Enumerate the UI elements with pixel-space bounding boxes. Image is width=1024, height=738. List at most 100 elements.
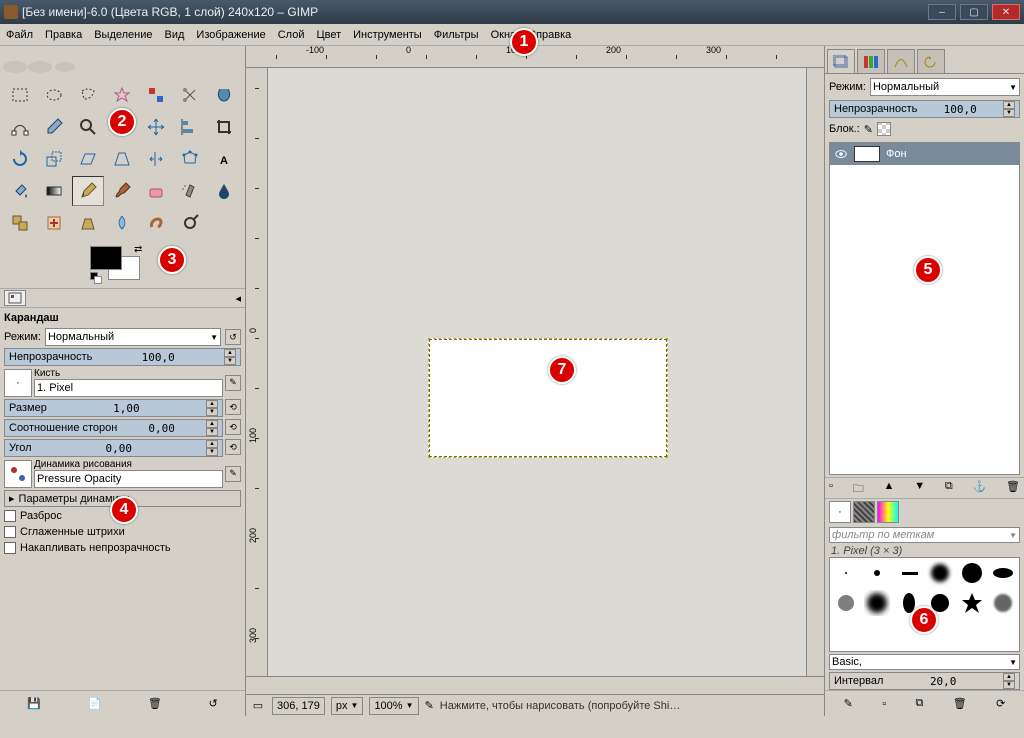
layer-row[interactable]: Фон bbox=[830, 143, 1019, 165]
spacing-stepper[interactable]: ▲▼ bbox=[1003, 673, 1015, 689]
new-brush-icon[interactable]: ▫ bbox=[882, 698, 886, 710]
foreground-color[interactable] bbox=[90, 246, 122, 270]
zoom-combo[interactable]: 100% ▼ bbox=[369, 697, 418, 715]
tool-perspective[interactable] bbox=[106, 144, 138, 174]
aspect-reset-button[interactable]: ⟲ bbox=[225, 419, 241, 435]
edit-brush-icon[interactable]: ✎ bbox=[844, 697, 853, 710]
tool-smudge[interactable] bbox=[140, 208, 172, 238]
tool-perspective-clone[interactable] bbox=[72, 208, 104, 238]
menu-view[interactable]: Вид bbox=[165, 29, 185, 41]
tool-move[interactable] bbox=[140, 112, 172, 142]
scatter-checkbox[interactable] bbox=[4, 510, 16, 522]
tool-scissors[interactable] bbox=[174, 80, 206, 110]
dock-menu-icon[interactable]: ◂ bbox=[235, 292, 241, 305]
color-selector[interactable]: ⇄ bbox=[90, 244, 160, 284]
mode-reset-button[interactable]: ↺ bbox=[225, 329, 241, 345]
tool-eraser[interactable] bbox=[140, 176, 172, 206]
aspect-slider[interactable]: Соотношение сторон 0,00 ▲▼ bbox=[4, 419, 223, 437]
layer-thumbnail[interactable] bbox=[854, 146, 880, 162]
tool-free-select[interactable] bbox=[72, 80, 104, 110]
tool-paintbrush[interactable] bbox=[106, 176, 138, 206]
minimize-button[interactable]: – bbox=[928, 4, 956, 20]
undo-history-tab[interactable] bbox=[917, 49, 945, 73]
tool-shear[interactable] bbox=[72, 144, 104, 174]
menu-filters[interactable]: Фильтры bbox=[434, 29, 479, 41]
layer-opacity-slider[interactable]: Непрозрачность 100,0 ▲▼ bbox=[829, 100, 1020, 118]
anchor-layer-icon[interactable]: ⚓ bbox=[973, 480, 987, 496]
tool-by-color-select[interactable] bbox=[140, 80, 172, 110]
lock-alpha-icon[interactable] bbox=[877, 122, 891, 136]
menu-image[interactable]: Изображение bbox=[196, 29, 265, 41]
tool-ellipse-select[interactable] bbox=[38, 80, 70, 110]
brush-cell-2[interactable] bbox=[893, 558, 925, 588]
dynamics-combo[interactable]: Pressure Opacity bbox=[34, 470, 223, 488]
angle-slider[interactable]: Угол 0,00 ▲▼ bbox=[4, 439, 223, 457]
angle-reset-button[interactable]: ⟲ bbox=[225, 439, 241, 455]
brush-preview[interactable]: · bbox=[4, 369, 32, 397]
brush-cell-4[interactable] bbox=[956, 558, 988, 588]
spacing-slider[interactable]: Интервал 20,0 ▲▼ bbox=[829, 672, 1020, 690]
size-slider[interactable]: Размер 1,00 ▲▼ bbox=[4, 399, 223, 417]
layer-mode-combo[interactable]: Нормальный ▼ bbox=[870, 78, 1020, 96]
mode-combo[interactable]: Нормальный ▼ bbox=[45, 328, 221, 346]
layer-opacity-stepper[interactable]: ▲▼ bbox=[1003, 101, 1015, 117]
tool-ink[interactable] bbox=[208, 176, 240, 206]
tool-align[interactable] bbox=[174, 112, 206, 142]
maximize-button[interactable]: ▢ bbox=[960, 4, 988, 20]
tool-paths[interactable] bbox=[4, 112, 36, 142]
brush-category-combo[interactable]: Basic, ▼ bbox=[829, 654, 1020, 670]
unit-combo[interactable]: px ▼ bbox=[331, 697, 364, 715]
menu-select[interactable]: Выделение bbox=[94, 29, 152, 41]
tool-blur[interactable] bbox=[106, 208, 138, 238]
vertical-scrollbar[interactable] bbox=[806, 68, 824, 676]
menu-layer[interactable]: Слой bbox=[278, 29, 305, 41]
close-button[interactable]: ✕ bbox=[992, 4, 1020, 20]
layer-name[interactable]: Фон bbox=[886, 148, 907, 160]
tool-rotate[interactable] bbox=[4, 144, 36, 174]
smooth-stroke-checkbox[interactable] bbox=[4, 526, 16, 538]
opacity-slider[interactable]: Непрозрачность 100,0 ▲▼ bbox=[4, 348, 241, 366]
brush-edit-button[interactable]: ✎ bbox=[225, 375, 241, 391]
brush-filter-input[interactable]: фильтр по меткам ▼ bbox=[829, 527, 1020, 543]
tool-options-tab[interactable] bbox=[4, 290, 26, 306]
tool-dodge[interactable] bbox=[174, 208, 206, 238]
brush-cell-5[interactable] bbox=[988, 558, 1020, 588]
channels-tab[interactable] bbox=[857, 49, 885, 73]
tool-text[interactable]: A bbox=[208, 144, 240, 174]
paths-tab[interactable] bbox=[887, 49, 915, 73]
tool-clone[interactable] bbox=[4, 208, 36, 238]
dynamics-preview[interactable] bbox=[4, 460, 32, 488]
dynamics-edit-button[interactable]: ✎ bbox=[225, 466, 241, 482]
tool-color-picker[interactable] bbox=[38, 112, 70, 142]
layer-list[interactable]: Фон bbox=[829, 142, 1020, 475]
aspect-stepper[interactable]: ▲▼ bbox=[206, 420, 218, 436]
lower-layer-icon[interactable]: ▼ bbox=[914, 480, 925, 496]
canvas[interactable] bbox=[428, 338, 668, 458]
angle-stepper[interactable]: ▲▼ bbox=[206, 440, 218, 456]
preset-pixel[interactable]: · bbox=[829, 501, 851, 523]
opacity-stepper[interactable]: ▲▼ bbox=[224, 349, 236, 365]
tool-blend[interactable] bbox=[38, 176, 70, 206]
tool-crop[interactable] bbox=[208, 112, 240, 142]
duplicate-brush-icon[interactable]: ⧉ bbox=[916, 697, 924, 710]
menu-tools[interactable]: Инструменты bbox=[353, 29, 422, 41]
menu-colors[interactable]: Цвет bbox=[316, 29, 341, 41]
brush-cell-11[interactable] bbox=[988, 588, 1020, 618]
layers-tab[interactable] bbox=[827, 49, 855, 73]
tool-foreground-select[interactable] bbox=[208, 80, 240, 110]
lock-pixels-icon[interactable]: ✎ bbox=[864, 123, 873, 136]
quickmask-toggle-icon[interactable]: ▭ bbox=[250, 699, 266, 712]
default-colors-icon[interactable] bbox=[90, 272, 100, 282]
menu-file[interactable]: Файл bbox=[6, 29, 33, 41]
refresh-brushes-icon[interactable]: ⟳ bbox=[996, 697, 1005, 710]
menu-edit[interactable]: Правка bbox=[45, 29, 82, 41]
new-group-icon[interactable]: 🗀 bbox=[853, 480, 864, 496]
size-stepper[interactable]: ▲▼ bbox=[206, 400, 218, 416]
brush-cell-6[interactable] bbox=[830, 588, 862, 618]
tool-zoom[interactable] bbox=[72, 112, 104, 142]
accumulate-checkbox[interactable] bbox=[4, 542, 16, 554]
brush-cell-1[interactable] bbox=[862, 558, 894, 588]
preset-gradient[interactable] bbox=[877, 501, 899, 523]
tool-pencil[interactable] bbox=[72, 176, 104, 206]
tool-bucket[interactable] bbox=[4, 176, 36, 206]
